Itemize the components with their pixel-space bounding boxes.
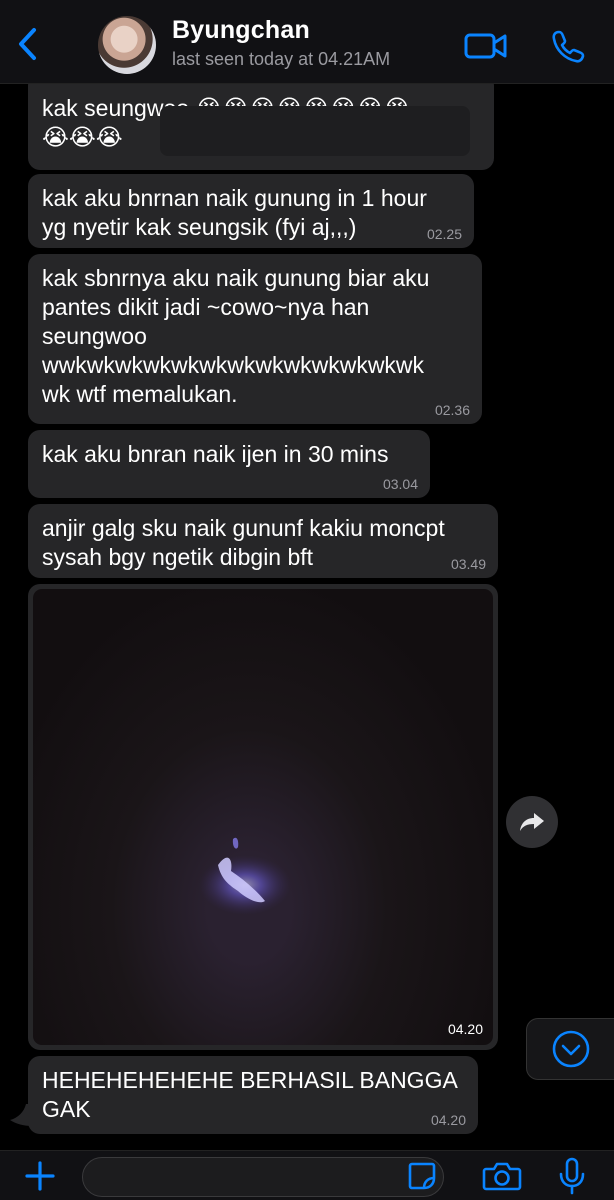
message-text: anjir galg sku naik gununf kakiu moncpt … <box>42 515 445 570</box>
message-text: kak aku bnrnan naik gunung in 1 hour yg … <box>42 185 427 240</box>
chat-area[interactable]: kak seungwoo 😭😭😭😭😭😭😭😭 😭😭😭 kak aku bnrnan… <box>0 84 614 1150</box>
message-text: kak aku bnran naik ijen in 30 mins <box>42 441 389 467</box>
message-text: kak sbnrnya aku naik gunung biar aku pan… <box>42 265 430 407</box>
back-button[interactable] <box>10 24 44 64</box>
message-input[interactable] <box>82 1157 444 1197</box>
contact-name[interactable]: Byungchan <box>172 16 310 45</box>
photo-message[interactable]: 04.20 <box>28 584 498 1050</box>
phone-call-icon <box>552 30 585 63</box>
forward-arrow-icon <box>520 813 544 831</box>
message-bubble[interactable]: kak aku bnrnan naik gunung in 1 hour yg … <box>28 174 474 248</box>
avatar[interactable] <box>98 16 156 74</box>
voice-note-button[interactable] <box>552 1154 592 1198</box>
video-call-icon <box>464 33 507 59</box>
message-bubble[interactable]: kak aku bnran naik ijen in 30 mins 03.04 <box>28 430 430 498</box>
message-bubble[interactable]: HEHEHEHEHEHE BERHASIL BANGGA GAK 04.20 <box>28 1056 478 1134</box>
message-bubble[interactable]: anjir galg sku naik gununf kakiu moncpt … <box>28 504 498 578</box>
camera-icon <box>482 1162 522 1191</box>
message-time: 02.36 <box>434 402 470 418</box>
message-time: 02.25 <box>426 226 462 242</box>
message-time: 04.20 <box>447 1021 483 1037</box>
back-chevron-icon <box>19 28 36 60</box>
scroll-to-bottom-button[interactable] <box>526 1018 614 1080</box>
microphone-icon <box>559 1157 585 1195</box>
composer-bar <box>0 1150 614 1200</box>
crater-glow-graphic <box>199 837 291 915</box>
message-time: 04.20 <box>430 1112 466 1128</box>
redaction-block <box>160 106 470 156</box>
video-call-button[interactable] <box>462 26 510 66</box>
night-mountain-photo[interactable]: 04.20 <box>33 589 493 1045</box>
sticker-icon <box>408 1162 436 1190</box>
voice-call-button[interactable] <box>544 26 592 66</box>
chevron-down-circle-icon <box>552 1030 589 1068</box>
chat-header: Byungchan last seen today at 04.21AM <box>0 0 614 84</box>
sticker-button[interactable] <box>404 1154 440 1198</box>
forward-button[interactable] <box>506 796 558 848</box>
message-time: 03.04 <box>382 476 418 492</box>
attach-button[interactable] <box>18 1154 62 1198</box>
plus-icon <box>25 1161 55 1191</box>
message-bubble[interactable]: kak sbnrnya aku naik gunung biar aku pan… <box>28 254 482 424</box>
camera-button[interactable] <box>480 1154 524 1198</box>
contact-status: last seen today at 04.21AM <box>172 49 391 69</box>
message-time: 03.49 <box>450 556 486 572</box>
message-text: HEHEHEHEHEHE BERHASIL BANGGA GAK <box>42 1067 458 1122</box>
